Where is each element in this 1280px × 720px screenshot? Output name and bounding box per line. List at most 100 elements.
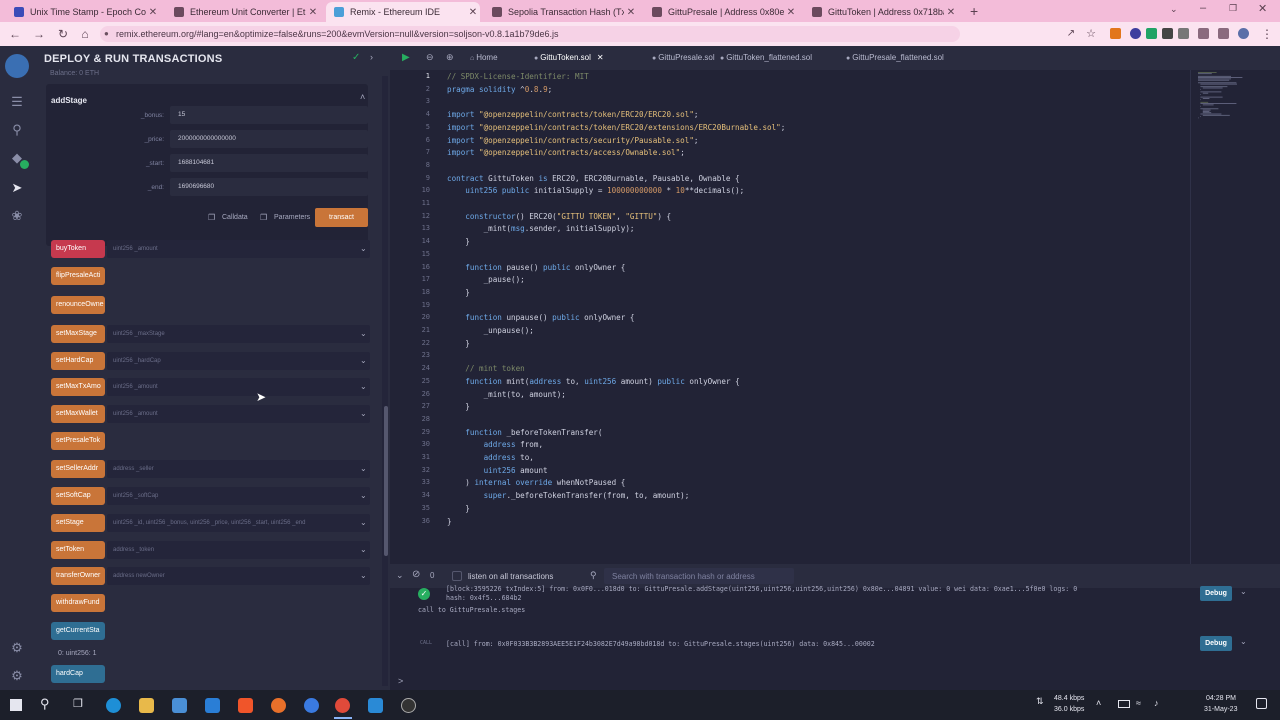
share-icon[interactable]: ↗ [1064,27,1078,41]
clock-date[interactable]: 31-May-23 [1204,706,1237,713]
task-view-icon[interactable]: ❐ [73,697,83,710]
chrome-icon[interactable] [335,698,350,713]
notification-icon[interactable] [1256,698,1267,709]
function-arg-input[interactable]: uint256 _amount [107,405,370,423]
chevron-down-icon[interactable]: ⌄ [360,329,367,338]
zoom-in-icon[interactable]: ⊕ [446,52,454,63]
store-icon[interactable] [172,698,187,713]
function-arg-input[interactable]: uint256 _softCap [107,487,370,505]
close-tab-icon[interactable]: ✕ [466,7,480,18]
function-button[interactable]: setPresaleTok [51,432,105,450]
function-arg-input[interactable]: uint256 _amount [107,240,370,258]
terminal-output[interactable]: ✓ [block:3595226 txIndex:5] from: 0x0F0.… [390,585,1280,690]
close-window-button[interactable]: ✕ [1258,2,1267,15]
close-tab-icon[interactable]: ✕ [597,53,604,62]
chevron-down-icon[interactable]: ⌄ [360,518,367,527]
file-explorer-icon[interactable] [139,698,154,713]
function-button[interactable]: getCurrentSta [51,622,105,640]
expand-log-icon[interactable]: ⌄ [1240,587,1247,596]
terminal-prompt[interactable]: > [398,676,403,686]
code-editor[interactable]: 1 // SPDX-License-Identifier: MIT 2 pragma … [390,70,1280,564]
function-button[interactable]: renounceOwne [51,296,105,314]
puzzle-icon[interactable] [1198,28,1209,39]
editor-scrollbar[interactable] [1190,70,1191,564]
debug-button[interactable]: Debug [1200,636,1232,651]
debugger-icon[interactable]: ❀ [9,208,25,224]
clear-terminal-icon[interactable]: ⊘ [412,569,420,580]
edge-icon[interactable] [106,698,121,713]
avatar[interactable] [1238,28,1249,39]
windows-start-icon[interactable] [10,699,22,711]
chevron-down-icon[interactable]: ⌄ [360,356,367,365]
settings-icon[interactable]: ⚙ [9,668,25,684]
browser-tab[interactable]: GittuToken | Address 0x718ba74✕ [804,2,958,22]
chevron-down-icon[interactable]: ⌄ [360,571,367,580]
clock-time[interactable]: 04:28 PM [1206,695,1236,702]
calldata-button[interactable]: Calldata [222,214,248,221]
close-tab-icon[interactable]: ✕ [624,7,638,18]
function-button[interactable]: setHardCap [51,352,105,370]
chevron-up-icon[interactable]: ˄ [360,92,365,102]
function-button[interactable]: setMaxTxAmo [51,378,105,396]
collapse-terminal-icon[interactable]: ⌄ [396,570,404,581]
editor-tab[interactable]: ● GittuToken_flattened.sol [720,46,812,70]
function-arg-input[interactable]: uint256 _maxStage [107,325,370,343]
minimize-window-button[interactable]: – [1200,2,1206,14]
function-button[interactable]: buyToken [51,240,105,258]
function-button[interactable]: setMaxStage [51,325,105,343]
function-button[interactable]: setSoftCap [51,487,105,505]
obs-icon[interactable] [401,698,416,713]
function-button[interactable]: flipPresaleActi [51,267,105,285]
firefox-dev-icon[interactable] [304,698,319,713]
function-arg-input[interactable]: uint256 _amount [107,378,370,396]
editor-tab[interactable]: ⌂ Home [470,46,498,70]
battery-icon[interactable] [1118,700,1130,708]
editor-tab[interactable]: ● GittuPresale_flattened.sol [846,46,944,70]
vscode-icon[interactable] [368,698,383,713]
panel-scrollbar[interactable] [382,76,388,686]
zoom-out-icon[interactable]: ⊖ [426,52,434,63]
function-arg-input[interactable]: uint256 _id, uint256 _bonus, uint256 _pr… [107,514,370,532]
new-tab-button[interactable]: + [970,3,978,19]
arg-input[interactable]: 2000000000000000 [170,130,368,148]
tray-chevron-icon[interactable]: ˄ [1096,698,1101,708]
home-icon[interactable]: ⌂ [78,27,92,41]
close-tab-icon[interactable]: ✕ [306,7,320,18]
menu-icon[interactable]: ⋮ [1260,27,1274,41]
panel-scrollbar-thumb[interactable] [384,406,388,556]
function-button[interactable]: setSellerAddr [51,460,105,478]
function-arg-input[interactable]: uint256 _hardCap [107,352,370,370]
wifi-icon[interactable]: ≈ [1136,698,1141,708]
function-button[interactable]: setStage [51,514,105,532]
debug-button[interactable]: Debug [1200,586,1232,601]
function-button[interactable]: setToken [51,541,105,559]
function-button[interactable]: transferOwner [51,567,105,585]
transact-button[interactable]: transact [315,208,368,227]
extension-icon[interactable] [1178,28,1189,39]
extension-icon[interactable] [1130,28,1141,39]
terminal-search-input[interactable]: Search with transaction hash or address [604,568,794,584]
chevron-down-icon[interactable]: ⌄ [360,409,367,418]
parameters-button[interactable]: Parameters [274,214,310,221]
chevron-down-icon[interactable]: ⌄ [360,382,367,391]
arg-input[interactable]: 1688104681 [170,154,368,172]
arg-input[interactable]: 1690696680 [170,178,368,196]
editor-tab[interactable]: ● GittuToken.sol ✕ [534,46,604,70]
copy-parameters-icon[interactable]: ❐ [260,213,267,222]
address-bar[interactable]: ● remix.ethereum.org/#lang=en&optimize=f… [100,26,960,42]
close-tab-icon[interactable]: ✕ [944,7,958,18]
browser-tab[interactable]: Sepolia Transaction Hash (Txhas✕ [484,2,638,22]
extension-icon[interactable] [1146,28,1157,39]
chevron-right-icon[interactable]: › [370,52,373,62]
function-button[interactable]: withdrawFund [51,594,105,612]
close-tab-icon[interactable]: ✕ [784,7,798,18]
plugin-manager-icon[interactable]: ⚙ [9,640,25,656]
sidebar-icon[interactable] [1218,28,1229,39]
expand-log-icon[interactable]: ⌄ [1240,637,1247,646]
code-minimap[interactable] [1196,70,1252,120]
firefox-icon[interactable] [271,698,286,713]
reload-icon[interactable]: ↻ [56,27,70,41]
back-icon[interactable]: ← [8,27,22,41]
chevron-down-icon[interactable]: ⌄ [360,464,367,473]
editor-tab[interactable]: ● GittuPresale.sol [652,46,715,70]
